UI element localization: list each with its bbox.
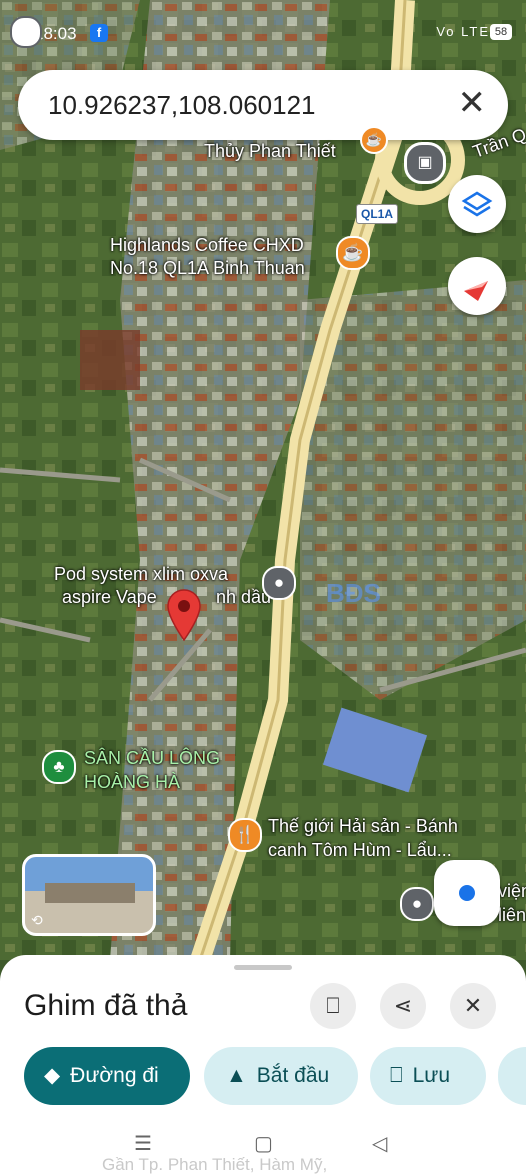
recents-icon[interactable]: ☰ xyxy=(134,1131,152,1156)
bus-station-icon[interactable]: ▣ xyxy=(404,142,446,184)
place-label-edge-2[interactable]: liên xyxy=(498,904,526,927)
place-label-thuy-phan-thiet[interactable]: Thủy Phan Thiết xyxy=(204,140,336,163)
save-button[interactable]: ⎕ Lưu xyxy=(370,1047,486,1105)
system-nav-bar: ☰ ▢ ◁ xyxy=(0,1125,526,1175)
navigation-arrow-icon: ▲ xyxy=(226,1064,247,1087)
home-icon[interactable]: ▢ xyxy=(254,1131,273,1156)
directions-icon: ◆ xyxy=(44,1064,61,1087)
sheet-title: Ghim đã thả xyxy=(24,989,188,1022)
compass-button[interactable] xyxy=(448,257,506,315)
place-label-san-line1[interactable]: SÂN CẦU LÔNG xyxy=(84,747,220,770)
cafe-icon[interactable]: ☕ xyxy=(336,236,370,270)
close-icon[interactable]: ✕ xyxy=(458,85,487,121)
road-shield-ql1a: QL1A xyxy=(356,204,398,224)
close-sheet-icon[interactable]: ✕ xyxy=(450,983,496,1029)
battery-level: 58 xyxy=(490,24,512,40)
bookmark-icon[interactable]: ⎕ xyxy=(310,983,356,1029)
layers-button[interactable] xyxy=(448,175,506,233)
search-bar[interactable]: 10.926237,108.060121 ✕ xyxy=(18,70,508,140)
cafe-poi-icon[interactable]: ☕ xyxy=(360,126,388,154)
street-view-icon: ⟲ xyxy=(31,912,43,928)
street-view-thumbnail[interactable]: ⟲ xyxy=(22,854,156,936)
save-bookmark-icon: ⎕ xyxy=(390,1064,403,1087)
map-view[interactable]: 18:03 f Vo LTE 58 10.926237,108.060121 ✕… xyxy=(0,0,526,960)
place-marker-icon[interactable]: ● xyxy=(262,566,296,600)
layers-icon xyxy=(461,191,493,217)
save-label: Lưu xyxy=(412,1064,451,1087)
directions-button[interactable]: ◆ Đường đi xyxy=(24,1047,190,1105)
back-icon[interactable]: ◁ xyxy=(372,1131,387,1156)
directions-label: Đường đi xyxy=(70,1064,159,1087)
start-button[interactable]: ▲ Bắt đầu xyxy=(204,1047,358,1105)
watermark: BĐS xyxy=(326,578,381,608)
place-label-highlands-line1[interactable]: Highlands Coffee CHXD xyxy=(110,234,304,257)
more-actions-chip[interactable] xyxy=(498,1047,526,1105)
place-label-pod-line2[interactable]: aspire Vape xyxy=(62,586,157,609)
location-marker-icon xyxy=(10,16,42,48)
search-query[interactable]: 10.926237,108.060121 xyxy=(48,90,316,121)
place-label-pod-line1[interactable]: Pod system xlim oxva xyxy=(54,563,228,586)
start-label: Bắt đầu xyxy=(256,1064,330,1087)
restaurant-icon[interactable]: 🍴 xyxy=(228,818,262,852)
facebook-icon: f xyxy=(90,24,108,42)
dropped-pin-icon[interactable] xyxy=(164,586,204,642)
street-view-building xyxy=(45,883,135,903)
place-marker-edge-icon[interactable]: ● xyxy=(400,887,434,921)
network-label: Vo LTE xyxy=(436,24,490,39)
status-bar: 18:03 f Vo LTE 58 xyxy=(0,16,526,52)
place-label-highlands-line2[interactable]: No.18 QL1A Binh Thuan xyxy=(110,257,305,280)
my-location-button[interactable] xyxy=(434,860,500,926)
park-tree-icon[interactable]: ♣ xyxy=(42,750,76,784)
my-location-icon xyxy=(459,885,475,901)
sheet-drag-handle[interactable] xyxy=(234,965,292,970)
share-icon[interactable]: ⋖ xyxy=(380,983,426,1029)
place-label-san-line2[interactable]: HOÀNG HÀ xyxy=(84,771,180,794)
place-label-edge-1[interactable]: viện xyxy=(498,880,526,903)
compass-icon xyxy=(464,281,488,301)
place-label-the-gioi-line1[interactable]: Thế giới Hải sản - Bánh xyxy=(268,815,458,838)
place-label-the-gioi-line2[interactable]: canh Tôm Hùm - Lẩu... xyxy=(268,839,452,862)
